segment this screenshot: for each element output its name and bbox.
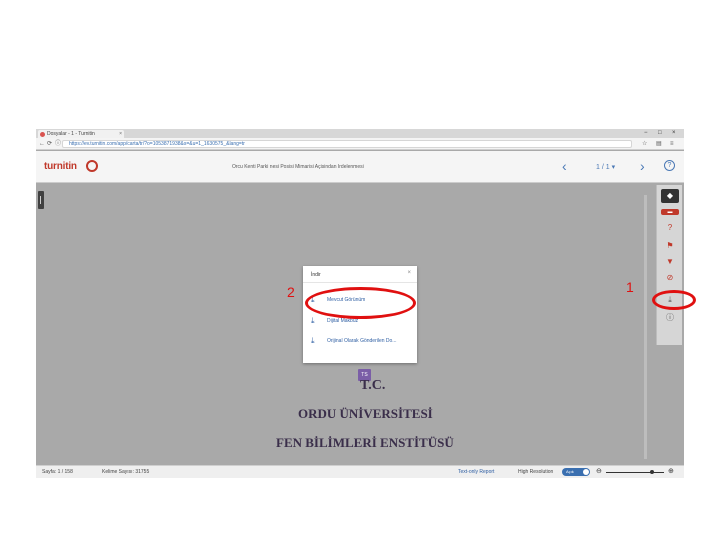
bookmark-icon[interactable]: ☆: [642, 140, 647, 148]
maximize-icon[interactable]: □: [658, 130, 662, 137]
zoom-slider-knob[interactable]: [650, 470, 654, 474]
side-panel-handle[interactable]: [38, 191, 44, 209]
exclude-icon[interactable]: ⊘: [661, 271, 679, 285]
logo-mark-icon: [86, 160, 98, 172]
text-only-report-link[interactable]: Text-only Report: [458, 469, 494, 475]
tab-close-icon[interactable]: ×: [119, 130, 122, 138]
logo-text: turnitin: [44, 161, 77, 172]
browser-tab[interactable]: Dosyalar - 1 - Turnitin ×: [38, 130, 124, 138]
favicon-icon: [40, 132, 45, 137]
download-option-icon: ⤓: [311, 316, 315, 325]
similarity-icon[interactable]: ▬: [661, 209, 679, 215]
document-line-institute: FEN BİLİMLERİ ENSTİTÜSÜ: [276, 435, 454, 450]
zoom-in-icon[interactable]: ⊕: [668, 467, 674, 476]
menu-icon[interactable]: ≡: [670, 140, 674, 148]
high-resolution-label: High Resolution: [518, 469, 554, 475]
dialog-divider: [303, 282, 417, 283]
page-count: Sayfa: 1 / 158: [42, 469, 73, 475]
tab-title: Dosyalar - 1 - Turnitin: [47, 131, 95, 137]
page-selector[interactable]: 1 / 1 ▾: [596, 163, 615, 171]
word-count: Kelime Sayısı: 31755: [102, 469, 150, 475]
close-window-icon[interactable]: ×: [672, 130, 676, 137]
minimize-icon[interactable]: −: [644, 130, 648, 137]
site-info-icon[interactable]: ⓘ: [55, 140, 61, 148]
zoom-slider[interactable]: [606, 470, 664, 474]
turnitin-header: turnitin Orcu Kenti Parki nesi Posisi Mi…: [36, 151, 684, 183]
url-input[interactable]: https://ev.turnitin.com/app/carta/tr/?o=…: [62, 140, 632, 148]
high-resolution-toggle[interactable]: Açık: [562, 468, 590, 476]
browser-tab-bar: Dosyalar - 1 - Turnitin × − □ ×: [36, 129, 684, 138]
annotation-number-2: 2: [287, 284, 295, 300]
back-icon[interactable]: ←: [39, 140, 45, 148]
zoom-out-icon[interactable]: ⊖: [596, 467, 602, 476]
annotation-oval-download: [652, 290, 696, 310]
reload-icon[interactable]: ⟳: [47, 140, 52, 148]
right-toolbar: ◆ ▬ ? ⚑ ▼ ⊘ ⤓ ⓘ: [656, 185, 682, 345]
flags-icon[interactable]: ⚑: [661, 239, 679, 253]
previous-page-icon[interactable]: ‹: [562, 159, 567, 173]
document-title: Orcu Kenti Parki nesi Posisi Mimarisi Aç…: [232, 164, 364, 170]
status-bar: Sayfa: 1 / 158 Kelime Sayısı: 31755 Text…: [36, 465, 684, 478]
layers-icon[interactable]: ◆: [661, 189, 679, 203]
dialog-title: İndir: [311, 272, 321, 278]
dialog-close-icon[interactable]: ×: [407, 270, 411, 276]
address-bar: ← ⟳ ⓘ https://ev.turnitin.com/app/carta/…: [36, 138, 684, 150]
help-icon[interactable]: ?: [664, 160, 675, 171]
option-label: Orijinal Olarak Gönderilen Do...: [327, 338, 397, 344]
next-page-icon[interactable]: ›: [640, 159, 645, 173]
extensions-icon[interactable]: ▤: [656, 140, 662, 148]
document-line-university: ORDU ÜNİVERSİTESİ: [298, 406, 433, 421]
info-icon[interactable]: ⓘ: [661, 311, 679, 325]
document-line-tc: T.C.: [360, 378, 386, 393]
annotation-number-1: 1: [626, 279, 634, 295]
annotation-oval-option: [305, 287, 416, 319]
grip-icon: [40, 196, 42, 204]
filter-icon[interactable]: ▼: [661, 255, 679, 269]
turnitin-logo: turnitin: [44, 159, 104, 175]
vertical-scrollbar[interactable]: [644, 195, 647, 459]
download-option-icon: ⤓: [311, 336, 315, 345]
option-original-file[interactable]: ⤓ Orijinal Olarak Gönderilen Do...: [311, 336, 411, 348]
score-icon[interactable]: ?: [661, 221, 679, 235]
